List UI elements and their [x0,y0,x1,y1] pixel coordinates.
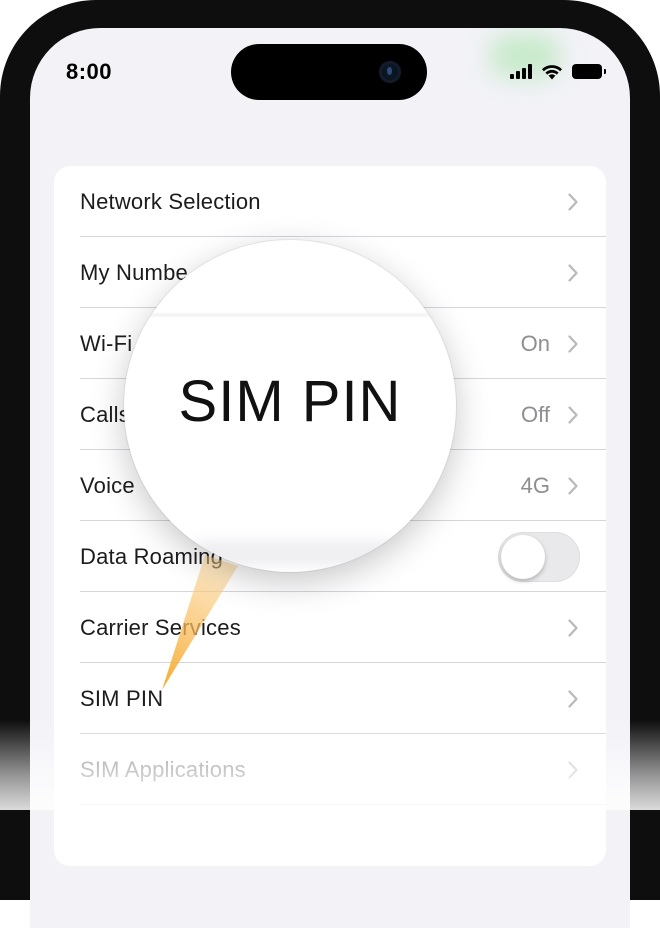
wifi-icon [542,65,562,80]
row-label: Carrier Services [80,614,241,640]
row-value: On [520,330,550,356]
row-carrier-services[interactable]: Carrier Services [54,592,606,663]
row-label: Network Selection [80,188,261,214]
magnifier-blur-line [124,314,456,316]
status-bar: 8:00 [30,28,630,118]
chevron-right-icon [568,689,578,708]
signal-icon [510,63,532,79]
chevron-right-icon [568,405,578,424]
status-time: 8:00 [66,59,113,84]
row-label: Voice [80,472,135,498]
row-value: 4G [520,472,550,498]
row-divider [80,804,606,805]
row-label: Calls [80,401,130,427]
chevron-right-icon [568,192,578,211]
row-label: SIM Applications [80,756,246,782]
row-label: My Numbe [80,259,188,285]
chevron-right-icon [568,476,578,495]
battery-icon [572,63,606,79]
row-sim-pin[interactable]: SIM PIN [54,663,606,734]
magnifier-text: SIM PIN [178,369,402,434]
row-value: Off [521,401,550,427]
chevron-right-icon [568,334,578,353]
status-icons [510,62,606,80]
chevron-right-icon [568,618,578,637]
chevron-right-icon [568,263,578,282]
row-label: SIM PIN [80,685,164,711]
row-network-selection[interactable]: Network Selection [54,166,606,237]
magnifier-callout: SIM PIN [124,240,456,572]
toggle-knob [501,534,545,579]
dynamic-island [231,44,427,100]
row-label: Wi-Fi [80,330,133,356]
row-sim-applications[interactable]: SIM Applications [54,734,606,805]
chevron-right-icon [568,760,578,779]
data-roaming-toggle[interactable] [498,531,580,582]
magnifier-blur-bottom [194,540,394,566]
front-camera-icon [379,61,401,83]
